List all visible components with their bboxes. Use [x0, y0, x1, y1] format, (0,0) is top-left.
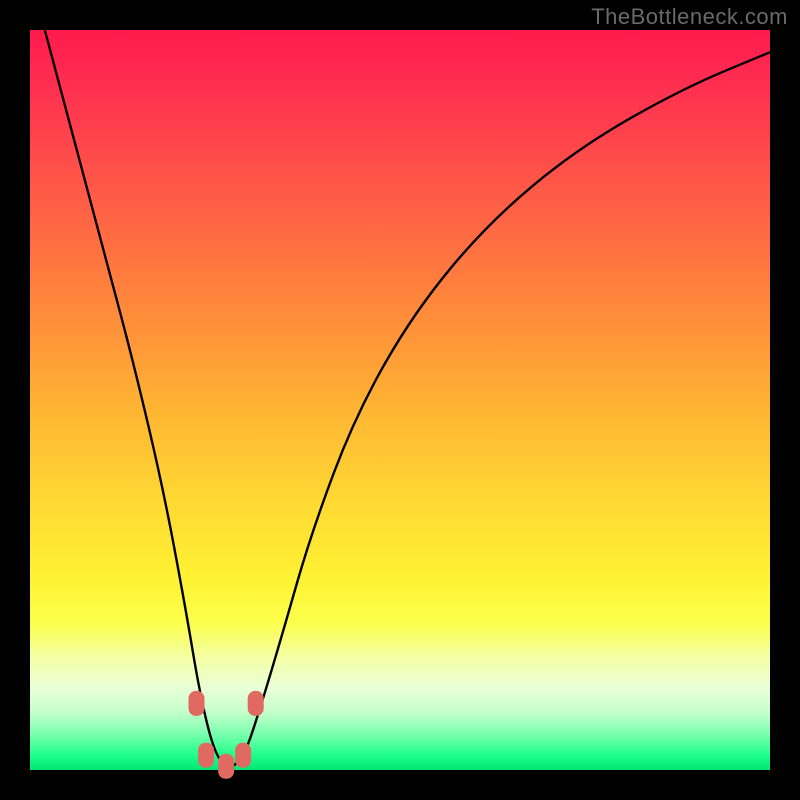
- curve-marker: [236, 743, 251, 767]
- bottleneck-curve: [45, 30, 770, 766]
- watermark-text: TheBottleneck.com: [591, 4, 788, 30]
- curve-svg: [30, 30, 770, 770]
- curve-marker: [219, 754, 234, 778]
- chart-frame: TheBottleneck.com: [0, 0, 800, 800]
- plot-area: [30, 30, 770, 770]
- curve-marker: [248, 691, 263, 715]
- curve-marker: [189, 691, 204, 715]
- curve-marker: [199, 743, 214, 767]
